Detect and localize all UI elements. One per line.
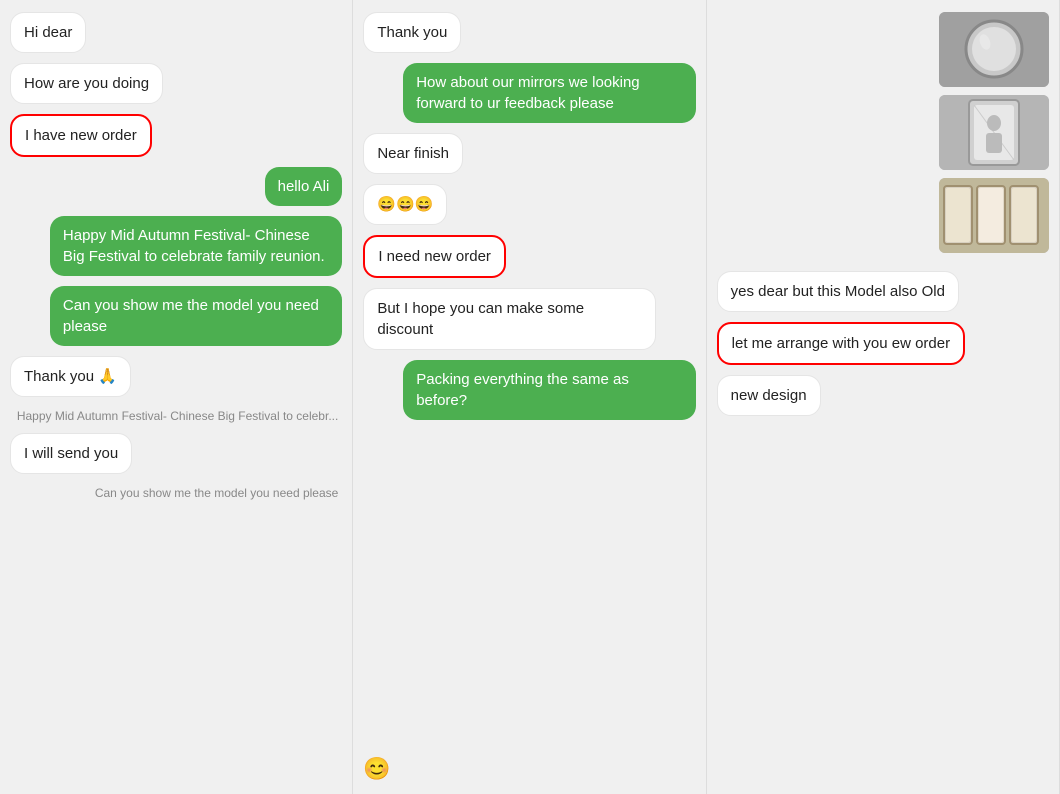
message-i-need-new-order: I need new order xyxy=(363,235,695,278)
bubble-emoji-faces: 😄😄😄 xyxy=(363,184,447,225)
bubble-i-have-new-order: I have new order xyxy=(10,114,152,157)
preview-happy: Happy Mid Autumn Festival- Chinese Big F… xyxy=(10,409,342,423)
message-thank-you2: Thank you xyxy=(363,12,695,53)
message-how-about-mirrors: How about our mirrors we looking forward… xyxy=(363,63,695,123)
bubble-thank-you: Thank you 🙏 xyxy=(10,356,131,397)
bubble-packing: Packing everything the same as before? xyxy=(403,360,695,420)
bubble-but-hope: But I hope you can make some discount xyxy=(363,288,655,350)
bubble-new-design: new design xyxy=(717,375,821,416)
bubble-happy-mid: Happy Mid Autumn Festival- Chinese Big F… xyxy=(50,216,342,276)
image-grid xyxy=(717,12,1049,253)
bubble-hi-dear: Hi dear xyxy=(10,12,86,53)
message-thank-you: Thank you 🙏 xyxy=(10,356,342,397)
message-hello-ali: hello Ali xyxy=(10,167,342,206)
bubble-near-finish: Near finish xyxy=(363,133,463,174)
bubble-i-need-new-order: I need new order xyxy=(363,235,506,278)
message-can-you-show: Can you show me the model you need pleas… xyxy=(10,286,342,346)
chat-column-3: yes dear but this Model also Old let me … xyxy=(707,0,1060,794)
bubble-i-will-send: I will send you xyxy=(10,433,132,474)
bubble-how-about-mirrors: How about our mirrors we looking forward… xyxy=(403,63,695,123)
message-but-hope: But I hope you can make some discount xyxy=(363,288,695,350)
message-new-design: new design xyxy=(717,375,1049,416)
message-how-are-you: How are you doing xyxy=(10,63,342,104)
emoji-input-icon[interactable]: 😊 xyxy=(363,756,390,782)
bubble-can-you-show: Can you show me the model you need pleas… xyxy=(50,286,342,346)
message-yes-dear: yes dear but this Model also Old xyxy=(717,271,1049,312)
mirror-image-1 xyxy=(939,12,1049,87)
bubble-let-me-arrange: let me arrange with you ew order xyxy=(717,322,965,365)
chat-column-1: Hi dear How are you doing I have new ord… xyxy=(0,0,353,794)
message-emoji-faces: 😄😄😄 xyxy=(363,184,695,225)
bubble-how-are-you: How are you doing xyxy=(10,63,163,104)
mirror-image-3 xyxy=(939,178,1049,253)
input-area-col2: 😊 xyxy=(363,756,695,782)
bubble-yes-dear: yes dear but this Model also Old xyxy=(717,271,959,312)
chat-column-2: Thank you How about our mirrors we looki… xyxy=(353,0,706,794)
message-i-have-new-order: I have new order xyxy=(10,114,342,157)
bubble-hello-ali: hello Ali xyxy=(265,167,343,206)
message-let-me-arrange: let me arrange with you ew order xyxy=(717,322,1049,365)
message-near-finish: Near finish xyxy=(363,133,695,174)
preview-can: Can you show me the model you need pleas… xyxy=(10,486,342,500)
bubble-thank-you2: Thank you xyxy=(363,12,461,53)
message-packing: Packing everything the same as before? xyxy=(363,360,695,420)
message-happy-mid: Happy Mid Autumn Festival- Chinese Big F… xyxy=(10,216,342,276)
mirror-image-2 xyxy=(939,95,1049,170)
message-hi-dear: Hi dear xyxy=(10,12,342,53)
message-i-will-send: I will send you xyxy=(10,433,342,474)
